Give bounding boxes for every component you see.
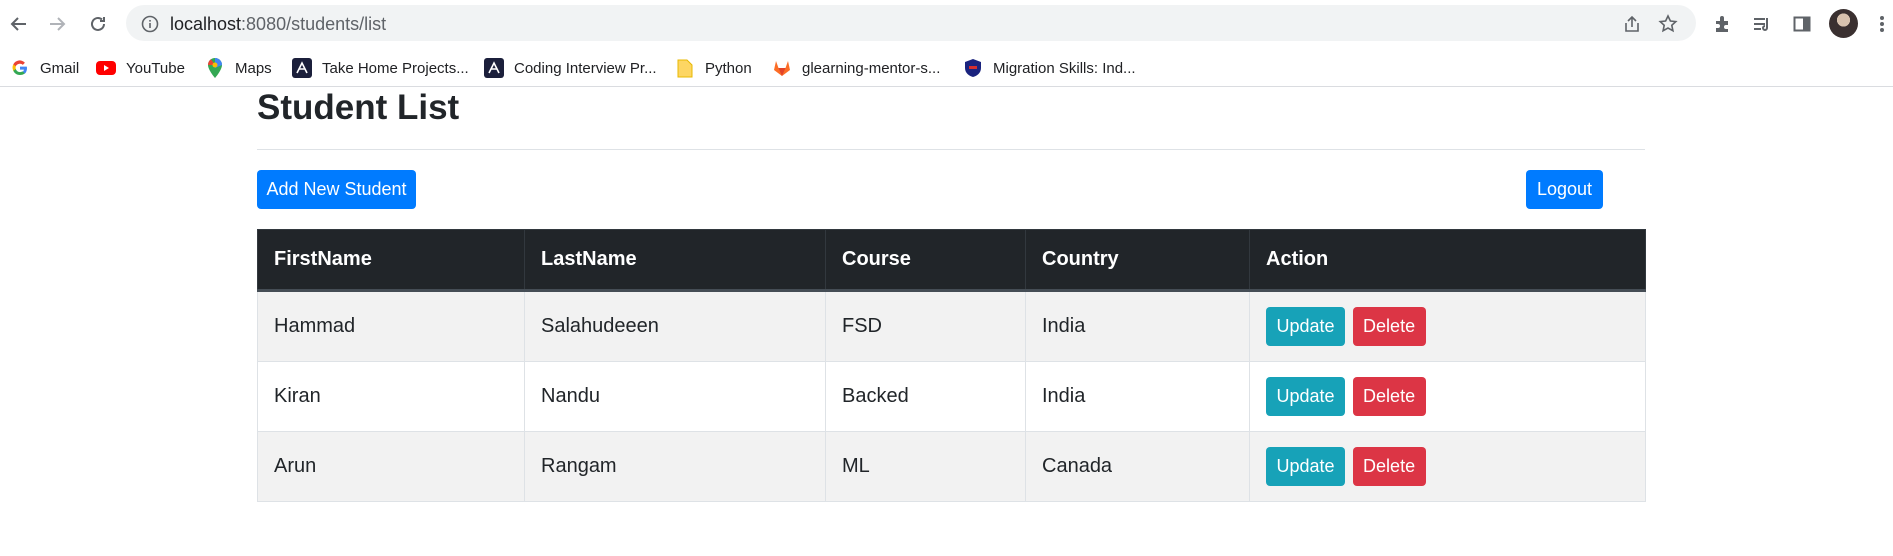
bookmark-glearning[interactable]: glearning-mentor-s... [772,56,940,80]
bookmark-take-home[interactable]: Take Home Projects... [292,56,469,80]
bookmark-youtube[interactable]: YouTube [96,56,185,80]
column-header-action: Action [1249,229,1646,292]
youtube-icon [96,58,116,78]
update-button[interactable]: Update [1266,307,1345,346]
add-student-button[interactable]: Add New Student [257,170,416,209]
browser-toolbar: localhost:8080/students/list [0,0,1893,50]
bookmark-label: Coding Interview Pr... [514,59,657,77]
bookmark-migration-skills[interactable]: Migration Skills: Ind... [963,56,1136,80]
cell-lastname: Salahudeeen [524,290,826,362]
logout-button[interactable]: Logout [1526,170,1603,209]
table-row: Arun Rangam ML Canada Update Delete [257,431,1646,502]
divider [257,149,1645,150]
page-title: Student List [257,88,460,127]
bookmark-python[interactable]: Python [675,56,752,80]
cell-firstname: Kiran [257,361,525,432]
bookmark-gmail[interactable]: Gmail [10,56,79,80]
cell-firstname: Hammad [257,290,525,362]
cell-country: India [1025,361,1250,432]
bookmark-label: Migration Skills: Ind... [993,59,1136,77]
url-text[interactable]: localhost:8080/students/list [170,14,386,35]
update-button[interactable]: Update [1266,377,1345,416]
side-panel-icon[interactable] [1788,10,1816,38]
column-header-firstname: FirstName [257,229,525,292]
folder-icon [675,58,695,78]
reload-icon[interactable] [84,10,112,38]
back-arrow-icon[interactable] [5,10,33,38]
column-header-lastname: LastName [524,229,826,292]
forward-arrow-icon[interactable] [43,10,71,38]
url-path: :8080/students/list [241,14,387,34]
media-icon[interactable] [1748,10,1776,38]
maps-icon [205,58,225,78]
info-icon[interactable] [138,12,162,36]
cell-action: Update Delete [1249,361,1646,432]
star-icon[interactable] [1656,12,1680,36]
cell-action: Update Delete [1249,290,1646,362]
share-icon[interactable] [1620,12,1644,36]
bookmark-maps[interactable]: Maps [205,56,272,80]
cell-firstname: Arun [257,431,525,502]
cell-country: India [1025,290,1250,362]
shield-icon [963,58,983,78]
cell-course: FSD [825,290,1026,362]
table-row: Hammad Salahudeeen FSD India Update Dele… [257,290,1646,362]
address-bar[interactable]: localhost:8080/students/list [126,5,1696,41]
cell-lastname: Nandu [524,361,826,432]
coding-interview-icon [484,58,504,78]
cell-lastname: Rangam [524,431,826,502]
extensions-icon[interactable] [1709,10,1737,38]
bookmarks-bar: Gmail YouTube Maps Take Home Projects...… [0,50,1893,87]
table-header-row: FirstName LastName Course Country Action [257,229,1646,292]
students-table: FirstName LastName Course Country Action… [257,229,1646,502]
delete-button[interactable]: Delete [1352,377,1426,416]
delete-button[interactable]: Delete [1352,307,1426,346]
update-button[interactable]: Update [1266,447,1345,486]
bookmark-label: Gmail [40,59,80,77]
kebab-menu-icon[interactable] [1868,10,1893,38]
bookmark-label: Take Home Projects... [322,59,469,77]
bookmark-label: Maps [235,59,272,77]
bookmark-label: YouTube [126,59,185,77]
gitlab-icon [772,58,792,78]
url-host: localhost [170,14,242,34]
cell-action: Update Delete [1249,431,1646,502]
column-header-country: Country [1025,229,1250,292]
profile-avatar[interactable] [1829,9,1858,38]
cell-country: Canada [1025,431,1250,502]
google-icon [10,58,30,78]
cell-course: ML [825,431,1026,502]
table-row: Kiran Nandu Backed India Update Delete [257,361,1646,432]
bookmark-coding-interview[interactable]: Coding Interview Pr... [484,56,657,80]
column-header-course: Course [825,229,1026,292]
cell-course: Backed [825,361,1026,432]
take-home-icon [292,58,312,78]
delete-button[interactable]: Delete [1352,447,1426,486]
bookmark-label: Python [705,59,752,77]
bookmark-label: glearning-mentor-s... [802,59,941,77]
